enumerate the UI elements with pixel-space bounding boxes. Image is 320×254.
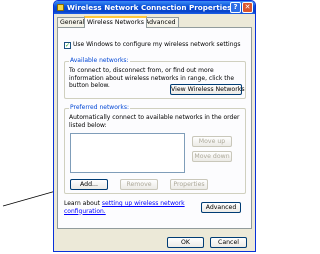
advanced-button[interactable]: Advanced: [201, 202, 241, 213]
properties-dialog: Wireless Network Connection Properties ?…: [53, 0, 256, 252]
move-up-button[interactable]: Move up: [192, 136, 232, 147]
view-wireless-networks-button[interactable]: View Wireless Networks: [170, 84, 245, 95]
network-icon: [57, 4, 64, 11]
help-button[interactable]: ?: [230, 2, 241, 13]
available-networks-group: Available networks: To connect to, disco…: [64, 57, 246, 99]
use-windows-label: Use Windows to configure my wireless net…: [73, 41, 241, 48]
preferred-networks-description: Automatically connect to available netwo…: [69, 114, 240, 129]
tab-general[interactable]: General: [57, 17, 88, 27]
add-button[interactable]: Add...: [70, 179, 108, 190]
preferred-networks-group: Preferred networks: Automatically connec…: [64, 104, 246, 194]
learn-about-prefix: Learn about: [64, 200, 102, 207]
preferred-networks-heading: Preferred networks:: [69, 104, 130, 111]
tab-panel: ✓ Use Windows to configure my wireless n…: [57, 27, 252, 229]
cancel-button[interactable]: Cancel: [210, 237, 247, 248]
tab-wireless-networks[interactable]: Wireless Networks: [84, 16, 147, 28]
remove-button[interactable]: Remove: [120, 179, 158, 190]
move-down-button[interactable]: Move down: [192, 151, 232, 162]
window-title: Wireless Network Connection Properties: [67, 3, 232, 12]
learn-about-text: Learn about setting up wireless network …: [64, 200, 192, 215]
preferred-networks-list[interactable]: [70, 133, 185, 173]
use-windows-checkbox[interactable]: ✓: [64, 42, 71, 49]
close-button[interactable]: ✕: [242, 2, 253, 13]
available-networks-heading: Available networks:: [69, 57, 130, 64]
ok-button[interactable]: OK: [167, 237, 204, 248]
tab-advanced[interactable]: Advanced: [142, 17, 179, 27]
properties-button[interactable]: Properties: [170, 179, 208, 190]
title-bar[interactable]: Wireless Network Connection Properties ?…: [54, 1, 255, 14]
